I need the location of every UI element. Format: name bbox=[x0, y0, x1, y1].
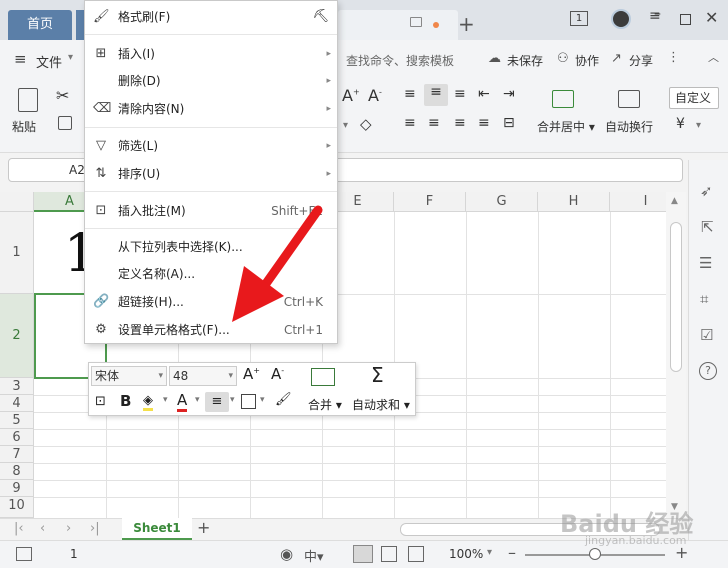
annotation-arrow bbox=[232, 205, 323, 322]
arrow-shaft bbox=[260, 205, 323, 290]
